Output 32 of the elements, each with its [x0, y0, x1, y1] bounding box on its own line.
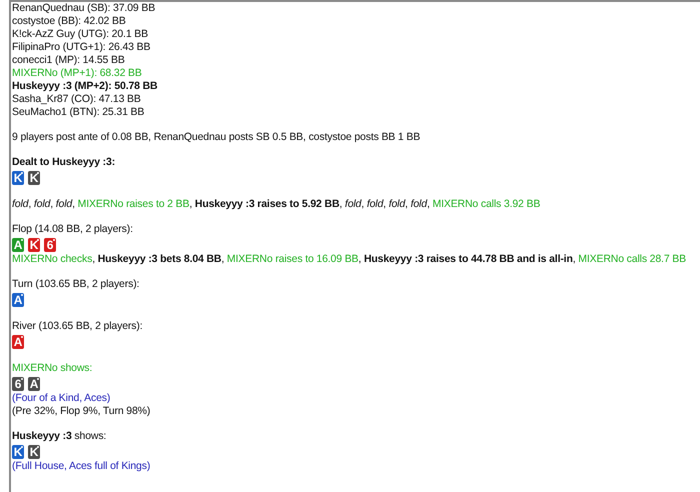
playing-card: A — [12, 238, 24, 252]
log-line: MIXERNo (MP+1): 68.32 BB — [12, 67, 143, 80]
log-line: FilipinaPro (UTG+1): 26.43 BB — [12, 41, 152, 54]
playing-card: K — [28, 171, 40, 185]
log-line: conecci1 (MP): 14.55 BB — [12, 54, 126, 67]
playing-card: A — [12, 293, 24, 307]
playing-card: 6 — [12, 377, 24, 391]
log-line: SeuMacho1 (BTN): 25.31 BB — [12, 106, 146, 119]
log-line: River (103.65 BB, 2 players): — [12, 320, 144, 333]
playing-card: A — [28, 377, 40, 391]
playing-card: 6 — [44, 238, 56, 252]
playing-card: K — [28, 445, 40, 459]
log-line: Sasha_Kr87 (CO): 47.13 BB — [12, 93, 142, 106]
log-line: Dealt to Huskeyyy :3: — [12, 156, 116, 169]
log-line: RenanQuednau (SB): 37.09 BB — [12, 2, 156, 15]
log-line: MIXERNo checks, Huskeyyy :3 bets 8.04 BB, MIXERNo raises to 16.09 BB, Huskeyyy :3 raises to 44.78 BB and is all-in, MIXERNo calls 28.7 BB — [12, 253, 687, 266]
playing-card: K — [12, 445, 24, 459]
log-line: K!ck-AzZ Guy (UTG): 20.1 BB — [12, 28, 149, 41]
log-line: MIXERNo shows: — [12, 362, 94, 375]
log-line: costystoe (BB): 42.02 BB — [12, 15, 127, 28]
log-line: (Full House, Aces full of Kings) — [12, 460, 152, 473]
log-line: fold, fold, fold, MIXERNo raises to 2 BB, Huskeyyy :3 raises to 5.92 BB, fold, fold, fold, fold, MIXERNo calls 3.92 BB — [12, 198, 542, 211]
playing-card: A — [12, 335, 24, 349]
log-line: (Pre 32%, Flop 9%, Turn 98%) — [12, 405, 152, 418]
log-line: Turn (103.65 BB, 2 players): — [12, 278, 140, 291]
playing-card: K — [12, 171, 24, 185]
playing-card: K — [28, 238, 40, 252]
log-line: 9 players post ante of 0.08 BB, RenanQuednau posts SB 0.5 BB, costystoe posts BB 1 BB — [12, 131, 422, 144]
log-line: (Four of a Kind, Aces) — [12, 392, 112, 405]
log-line: Flop (14.08 BB, 2 players): — [12, 223, 134, 236]
log-line: Huskeyyy :3 (MP+2): 50.78 BB — [12, 80, 158, 93]
log-line: Huskeyyy :3 shows: — [12, 430, 108, 443]
